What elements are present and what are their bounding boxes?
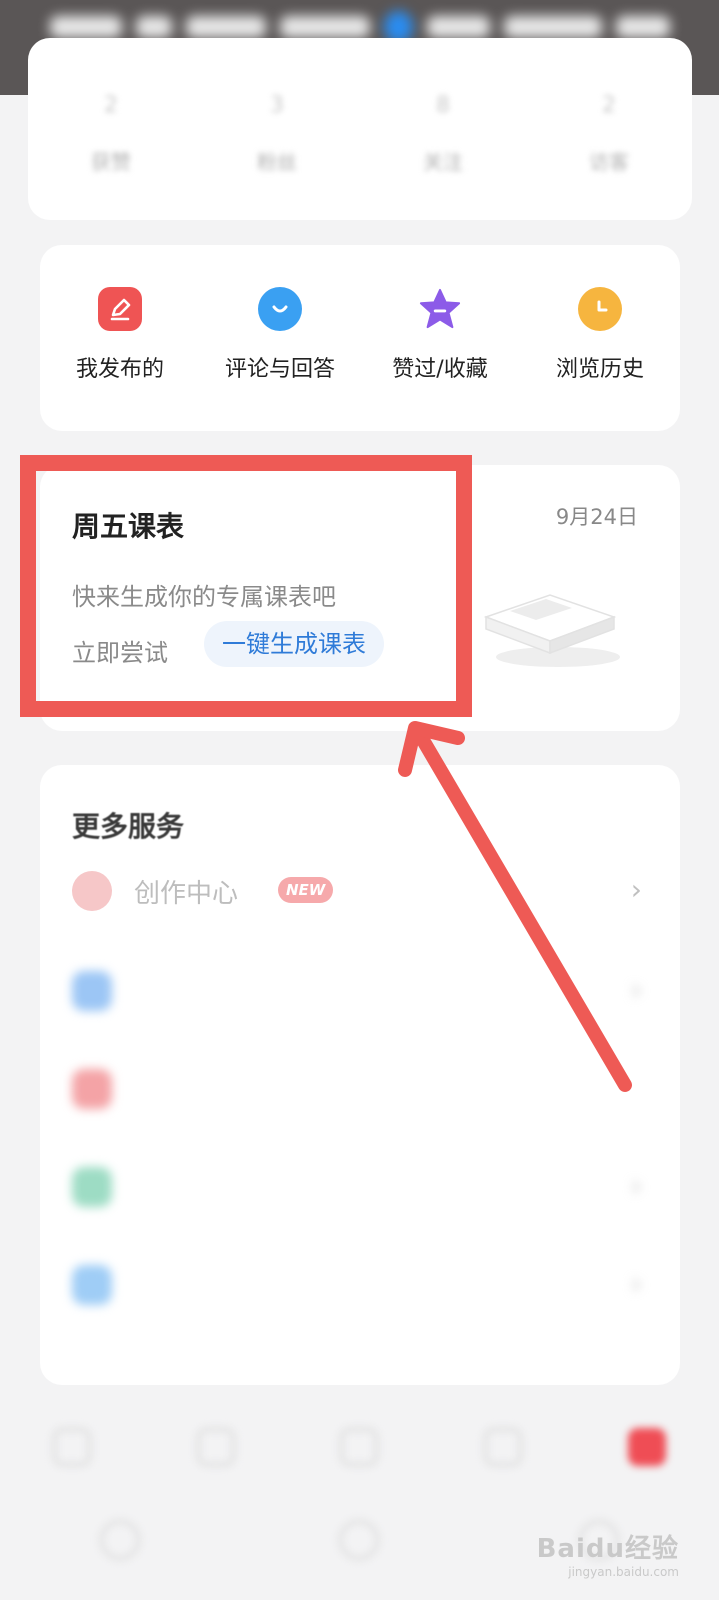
message-icon [340, 1428, 379, 1466]
star-icon [418, 287, 462, 331]
chevron-right-icon: › [630, 1267, 642, 1300]
action-label: 赞过/收藏 [392, 357, 488, 382]
bell-icon [484, 1428, 523, 1466]
action-label: 评论与回答 [224, 357, 335, 382]
service-label: 创作中心 [134, 879, 239, 909]
action-label: 我发布的 [75, 357, 164, 382]
nav-discover[interactable] [144, 1420, 288, 1510]
stat-visitors[interactable]: 2 访客 [526, 38, 692, 220]
stats-card: 2 获赞 3 粉丝 8 关注 2 访客 [28, 38, 692, 220]
stat-value: 3 [270, 93, 284, 118]
shirt-icon [72, 971, 112, 1011]
service-item[interactable]: › [40, 1245, 680, 1325]
chevron-right-icon: › [630, 973, 642, 1006]
gift-icon [72, 1069, 112, 1109]
services-title: 更多服务 [72, 810, 185, 843]
service-item[interactable]: › [40, 1147, 680, 1227]
user-icon [628, 1428, 667, 1466]
stat-fans[interactable]: 3 粉丝 [194, 38, 360, 220]
stat-label: 粉丝 [257, 150, 297, 174]
stat-label: 关注 [423, 150, 463, 174]
system-home-button[interactable] [339, 1520, 380, 1560]
watermark-main: Baidu经验 [536, 1534, 679, 1564]
stat-value: 2 [602, 93, 616, 118]
book-illustration [483, 594, 620, 667]
system-menu-button[interactable] [99, 1520, 140, 1560]
highlight-box [20, 455, 472, 717]
quick-actions-card: 我发布的 评论与回答 赞过/收藏 浏览历史 [40, 245, 680, 431]
stat-label: 获赞 [91, 150, 131, 174]
action-label: 浏览历史 [555, 357, 644, 382]
nav-notifications[interactable] [431, 1420, 575, 1510]
nav-home[interactable] [0, 1420, 144, 1510]
stat-value: 2 [104, 93, 118, 118]
clock-icon [578, 287, 622, 331]
service-item[interactable] [40, 1049, 680, 1129]
stat-following[interactable]: 8 关注 [360, 38, 526, 220]
action-favorites[interactable]: 赞过/收藏 [360, 245, 520, 431]
stat-likes[interactable]: 2 获赞 [28, 38, 194, 220]
new-badge: NEW [278, 877, 334, 903]
compass-icon [196, 1428, 235, 1466]
service-item[interactable]: › [40, 951, 680, 1031]
person-icon [72, 1167, 112, 1207]
stat-label: 访客 [589, 150, 629, 174]
schedule-date: 9月24日 [555, 505, 638, 529]
bottom-navigation [0, 1420, 719, 1510]
nav-profile[interactable] [575, 1420, 719, 1510]
service-item-creator-center[interactable]: 创作中心 NEW › [40, 851, 680, 931]
chat-icon [258, 287, 302, 331]
calendar-icon [72, 1265, 112, 1305]
lightbulb-icon [72, 871, 112, 911]
nav-messages[interactable] [288, 1420, 432, 1510]
more-services-card: 更多服务 创作中心 NEW › › › › [40, 765, 680, 1385]
watermark-sub: jingyan.baidu.com [568, 1565, 679, 1579]
stat-value: 8 [436, 93, 450, 118]
pencil-icon [98, 287, 142, 331]
chevron-right-icon: › [630, 1169, 642, 1202]
baidu-watermark: Baidu经验 jingyan.baidu.com [537, 1528, 679, 1579]
chevron-right-icon: › [630, 873, 642, 906]
action-comments[interactable]: 评论与回答 [200, 245, 360, 431]
action-history[interactable]: 浏览历史 [520, 245, 680, 431]
action-my-posts[interactable]: 我发布的 [40, 245, 200, 431]
home-icon [52, 1428, 91, 1466]
